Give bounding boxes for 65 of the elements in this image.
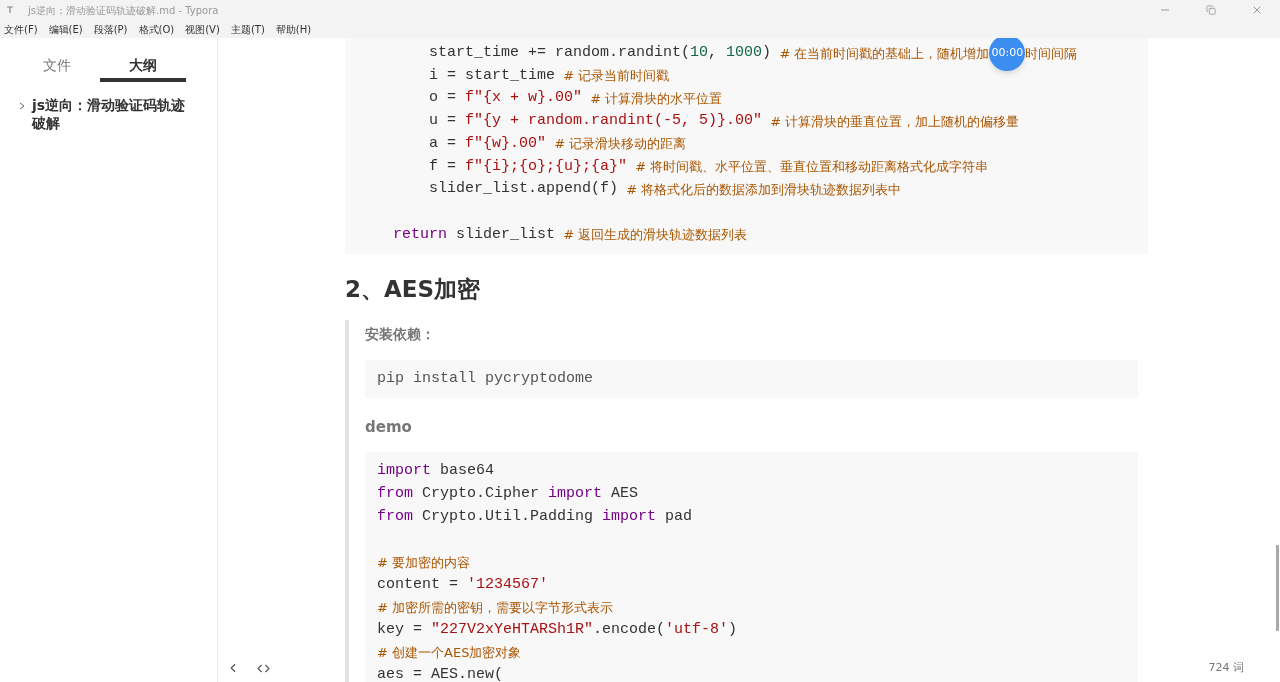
code-text: ) bbox=[762, 43, 772, 64]
code-text: u = bbox=[428, 111, 458, 132]
code-text: pip install pycryptodome bbox=[377, 368, 594, 389]
code-text: Crypto.Util.Padding bbox=[421, 506, 595, 527]
code-comment: # 计算滑块的水平位置 bbox=[589, 89, 723, 108]
code-text: pad bbox=[664, 506, 693, 527]
code-comment: # 记录当前时间戳 bbox=[562, 67, 670, 86]
code-text: return bbox=[392, 224, 447, 245]
install-label: 安装依赖： bbox=[365, 325, 436, 345]
sidebar-tab[interactable]: 大纲 bbox=[100, 52, 186, 82]
code-text: , bbox=[708, 43, 719, 64]
code-comment: 时间间隔 bbox=[1025, 44, 1078, 63]
code-text: import bbox=[602, 506, 657, 527]
code-text: import bbox=[548, 483, 603, 504]
code-comment: # 在当前时间戳的基础上，随机增加 bbox=[778, 44, 990, 63]
menu-item[interactable]: 编辑(E) bbox=[48, 21, 83, 37]
window-title: js逆向：滑动验证码轨迹破解.md - Typora bbox=[28, 3, 219, 18]
code-comment: # 创建一个AES加密对象 bbox=[377, 644, 522, 663]
code-text: slider_list bbox=[455, 224, 556, 245]
close-icon bbox=[1251, 4, 1263, 16]
code-text: import bbox=[377, 461, 431, 482]
code-comment: # 将时间戳、水平位置、垂直位置和移动距离格式化成字符串 bbox=[634, 158, 989, 177]
restore-icon bbox=[1206, 5, 1216, 15]
code-text: f"{x + w}.00" bbox=[465, 88, 583, 109]
code-text: f = bbox=[428, 156, 458, 177]
menu-item[interactable]: 主题(T) bbox=[230, 21, 265, 37]
code-comment: # 将格式化后的数据添加到滑块轨迹数据列表中 bbox=[625, 180, 902, 199]
code-text: from bbox=[377, 506, 413, 527]
code-comment: # 返回生成的滑块轨迹数据列表 bbox=[562, 226, 748, 245]
code-comment: # 要加密的内容 bbox=[377, 553, 471, 572]
code-text: start_time += random.randint( bbox=[428, 43, 691, 64]
code-text: content = bbox=[377, 574, 459, 595]
scrollbar-thumb[interactable] bbox=[1276, 545, 1279, 631]
code-text: f"{w}.00" bbox=[465, 133, 547, 154]
code-comment: # 记录滑块移动的距离 bbox=[553, 135, 687, 154]
menu-item[interactable]: 格式(O) bbox=[138, 21, 175, 37]
code-text: 1000 bbox=[726, 43, 763, 64]
menu-item[interactable]: 段落(P) bbox=[93, 21, 128, 37]
menu-item[interactable]: 视图(V) bbox=[185, 21, 220, 37]
code-text: f"{i};{o};{u};{a}" bbox=[465, 156, 628, 177]
menu-item[interactable]: 文件(F) bbox=[4, 21, 38, 37]
code-text: key = bbox=[377, 620, 423, 641]
menu-item[interactable]: 帮助(H) bbox=[275, 21, 312, 37]
code-text: a = bbox=[428, 133, 458, 154]
code-text: AES bbox=[610, 483, 639, 504]
code-text: "227V2xYeHTARSh1R" bbox=[431, 620, 594, 641]
demo-label: demo bbox=[365, 417, 413, 439]
code-text: base64 bbox=[439, 461, 495, 482]
code-text: f"{y + random.randint(-5, 5)}.00" bbox=[465, 111, 763, 132]
code-text: from bbox=[377, 483, 413, 504]
code-text: o = bbox=[428, 88, 458, 109]
code-text: aes = AES.new( bbox=[377, 665, 504, 682]
code-text: i = start_time bbox=[428, 65, 556, 86]
code-text: slider_list.append(f) bbox=[428, 179, 619, 200]
section-heading: 2、AES加密 bbox=[345, 275, 482, 305]
code-comment: # 计算滑块的垂直位置，加上随机的偏移量 bbox=[769, 112, 1020, 131]
code-text: 10 bbox=[690, 43, 709, 64]
sidebar-tab[interactable]: 文件 bbox=[14, 52, 100, 82]
code-comment: # 加密所需的密钥，需要以字节形式表示 bbox=[377, 598, 614, 617]
app-icon bbox=[4, 4, 16, 16]
code-text: Crypto.Cipher bbox=[421, 483, 541, 504]
code-text: ) bbox=[728, 620, 738, 641]
code-text: .encode( bbox=[593, 620, 666, 641]
code-text: 'utf-8' bbox=[665, 620, 729, 641]
code-text: '1234567' bbox=[467, 574, 549, 595]
